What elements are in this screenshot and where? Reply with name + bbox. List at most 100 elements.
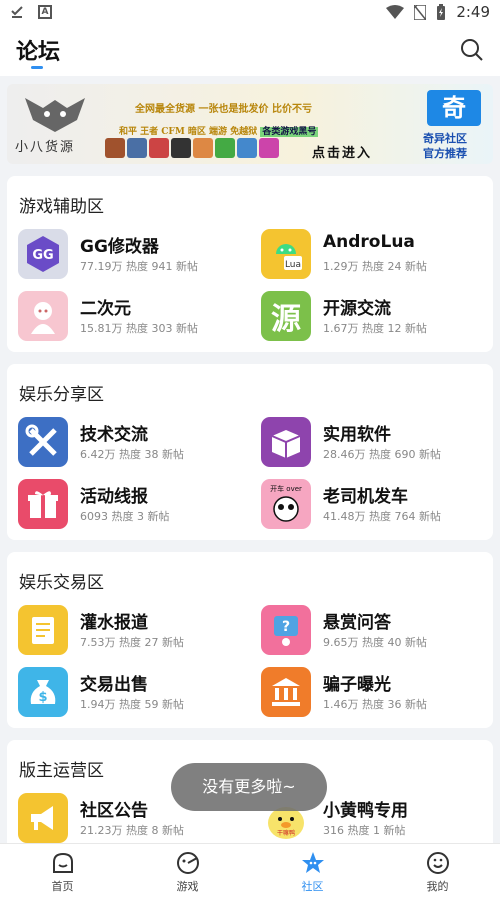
anime-girl-icon	[18, 291, 68, 341]
gift-icon	[18, 479, 68, 529]
forum-stats: 1.29万 热度 24 新帖	[323, 260, 427, 273]
forum-name: 交易出售	[80, 675, 148, 695]
game-thumb	[259, 138, 279, 158]
forum-item-trade[interactable]: $ 交易出售 1.94万 热度 59 新帖	[18, 667, 248, 723]
forum-item-opensource[interactable]: 源 开源交流 1.67万 热度 12 新帖	[261, 291, 491, 347]
android-lua-icon: Lua	[261, 229, 311, 279]
forum-item-events[interactable]: 活动线报 6093 热度 3 新帖	[18, 479, 248, 535]
forum-stats: 6093 热度 3 新帖	[80, 510, 170, 523]
status-time: 2:49	[456, 3, 490, 21]
banner-brand: 小八货源	[15, 140, 76, 155]
bank-icon	[261, 667, 311, 717]
forum-name: 小黄鸭专用	[323, 801, 408, 821]
forum-name: 社区公告	[80, 801, 148, 821]
forum-item-gg[interactable]: GG GG修改器 77.19万 热度 941 新帖	[18, 229, 248, 285]
forum-stats: 6.42万 热度 38 新帖	[80, 448, 184, 461]
banner-game-thumbnails	[105, 138, 279, 158]
forum-stats: 21.23万 热度 8 新帖	[80, 824, 184, 837]
status-bar: A 2:49	[0, 0, 500, 24]
section-title: 版主运营区	[19, 761, 104, 781]
promo-banner[interactable]: 小八货源 全网最全货源 一张也是批发价 比价不亏 和平 王者 CFM 暗区 端游…	[7, 84, 493, 164]
forum-name: 实用软件	[323, 425, 391, 445]
forum-item-androlua[interactable]: Lua AndroLua 1.29万 热度 24 新帖	[261, 229, 491, 285]
download-done-icon	[11, 6, 23, 18]
app-notification-icon: A	[38, 5, 52, 19]
yuan-icon-text: 源	[271, 302, 301, 337]
forum-item-driver[interactable]: 开车 over 老司机发车 41.48万 热度 764 新帖	[261, 479, 491, 535]
section-title: 游戏辅助区	[19, 197, 104, 217]
forum-item-chat[interactable]: 灌水报道 7.53万 热度 27 新帖	[18, 605, 248, 661]
nav-profile[interactable]: 我的	[375, 844, 500, 901]
forum-stats: 1.67万 热度 12 新帖	[323, 322, 427, 335]
game-thumb	[237, 138, 257, 158]
forum-item-qa[interactable]: ? 悬赏问答 9.65万 热度 40 新帖	[261, 605, 491, 661]
nav-label: 游戏	[176, 880, 199, 893]
wifi-icon	[386, 5, 405, 19]
wolf-logo-icon	[25, 98, 85, 132]
banner-games: 和平 王者 CFM 暗区 端游 免越狱	[119, 127, 258, 137]
nav-label: 社区	[301, 880, 324, 893]
section-entertainment-share: 娱乐分享区 技术交流 6.42万 热度 38 新帖 实用软件 28.46万 热度…	[7, 364, 493, 540]
forum-name: 悬赏问答	[323, 613, 391, 633]
forum-name: GG修改器	[80, 237, 159, 257]
section-title: 娱乐分享区	[19, 385, 104, 405]
game-thumb	[215, 138, 235, 158]
forum-stats: 7.53万 热度 27 新帖	[80, 636, 184, 649]
forum-stats: 316 热度 1 新帖	[323, 824, 406, 837]
duck-icon-text: 干嘛鸭	[277, 829, 295, 837]
forum-item-tech[interactable]: 技术交流 6.42万 热度 38 新帖	[18, 417, 248, 473]
qi-community-logo: 奇	[427, 90, 481, 126]
page-header: 论坛	[0, 24, 500, 76]
forum-stats: 1.94万 热度 59 新帖	[80, 698, 184, 711]
game-icon	[176, 852, 199, 874]
tools-icon	[18, 417, 68, 467]
home-face-icon	[52, 852, 73, 873]
game-thumb	[127, 138, 147, 158]
section-entertainment-trade: 娱乐交易区 灌水报道 7.53万 热度 27 新帖 ? 悬赏问答 9.65万 热…	[7, 552, 493, 728]
toast-message: 没有更多啦~	[171, 763, 327, 811]
forum-item-software[interactable]: 实用软件 28.46万 热度 690 新帖	[261, 417, 491, 473]
community-star-icon	[301, 852, 324, 873]
game-thumb	[171, 138, 191, 158]
nav-label: 首页	[51, 880, 74, 893]
banner-slogan: 全网最全货源 一张也是批发价 比价不亏	[135, 104, 312, 115]
gg-modifier-icon: GG	[18, 229, 68, 279]
panda-meme-icon: 开车 over	[261, 479, 311, 529]
forum-name: 老司机发车	[323, 487, 408, 507]
nav-games[interactable]: 游戏	[125, 844, 250, 901]
forum-name: 活动线报	[80, 487, 148, 507]
forum-name: 灌水报道	[80, 613, 148, 633]
money-bag-icon: $	[18, 667, 68, 717]
banner-community: 奇异社区	[423, 132, 467, 145]
forum-name: 开源交流	[323, 299, 391, 319]
banner-games-line: 和平 王者 CFM 暗区 端游 免越狱 各类游戏黑号	[119, 124, 319, 137]
car-icon-text: 开车 over	[270, 484, 302, 493]
page-title: 论坛	[16, 40, 61, 65]
nav-community[interactable]: 社区	[250, 844, 375, 901]
game-thumb	[149, 138, 169, 158]
nav-label: 我的	[426, 880, 449, 893]
game-thumb	[105, 138, 125, 158]
section-title: 娱乐交易区	[19, 573, 104, 593]
svg-text:?: ?	[282, 619, 290, 635]
nav-home[interactable]: 首页	[0, 844, 125, 901]
forum-stats: 15.81万 热度 303 新帖	[80, 322, 198, 335]
forum-stats: 77.19万 热度 941 新帖	[80, 260, 198, 273]
section-game-assist: 游戏辅助区 GG GG修改器 77.19万 热度 941 新帖 Lua Andr…	[7, 176, 493, 352]
forum-item-anime[interactable]: 二次元 15.81万 热度 303 新帖	[18, 291, 248, 347]
title-indicator	[31, 66, 43, 69]
banner-tag: 各类游戏黑号	[260, 127, 319, 137]
forum-stats: 28.46万 热度 690 新帖	[323, 448, 441, 461]
document-icon	[18, 605, 68, 655]
forum-name: AndroLua	[323, 232, 415, 252]
game-thumb	[193, 138, 213, 158]
forum-item-scam[interactable]: 骗子曝光 1.46万 热度 36 新帖	[261, 667, 491, 723]
question-icon: ?	[261, 605, 311, 655]
no-sim-icon	[414, 4, 427, 20]
banner-cta: 点击进入	[312, 146, 373, 161]
forum-stats: 41.48万 热度 764 新帖	[323, 510, 441, 523]
search-icon[interactable]	[460, 38, 484, 62]
battery-charging-icon	[437, 4, 446, 20]
lua-icon-text: Lua	[285, 260, 301, 270]
svg-text:$: $	[38, 690, 47, 705]
